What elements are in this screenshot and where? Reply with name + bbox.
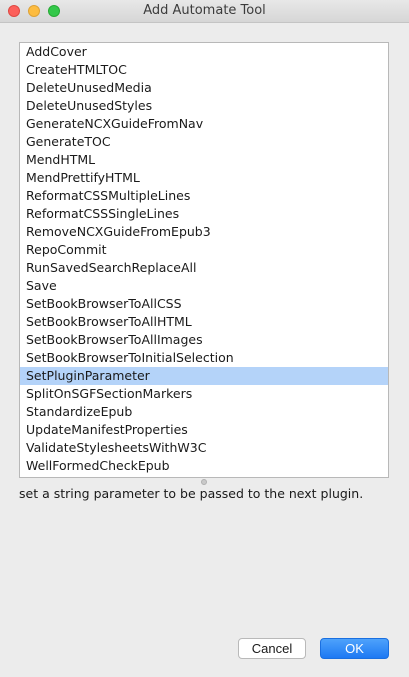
list-item[interactable]: ReformatCSSSingleLines — [20, 205, 388, 223]
list-item[interactable]: UpdateManifestProperties — [20, 421, 388, 439]
automate-tool-list[interactable]: AddCover CreateHTMLTOC DeleteUnusedMedia De… — [19, 42, 389, 478]
list-item[interactable]: DeleteUnusedMedia — [20, 79, 388, 97]
cancel-button[interactable]: Cancel — [238, 638, 306, 659]
tool-list-items: AddCover CreateHTMLTOC DeleteUnusedMedia De… — [20, 43, 388, 475]
list-item[interactable]: RemoveNCXGuideFromEpub3 — [20, 223, 388, 241]
list-item[interactable]: SetBookBrowserToAllImages — [20, 331, 388, 349]
ok-button[interactable]: OK — [320, 638, 389, 659]
list-item[interactable]: ReformatCSSMultipleLines — [20, 187, 388, 205]
list-item[interactable]: GenerateNCXGuideFromNav — [20, 115, 388, 133]
list-item[interactable]: SetBookBrowserToInitialSelection — [20, 349, 388, 367]
list-item[interactable]: SplitOnSGFSectionMarkers — [20, 385, 388, 403]
list-item-selected[interactable]: SetPluginParameter — [20, 367, 388, 385]
list-item[interactable]: StandardizeEpub — [20, 403, 388, 421]
list-item[interactable]: AddCover — [20, 43, 388, 61]
add-automate-tool-dialog: Add Automate Tool AddCover CreateHTMLTOC D… — [0, 0, 409, 677]
list-item[interactable]: RunSavedSearchReplaceAll — [20, 259, 388, 277]
list-item[interactable]: SetBookBrowserToAllCSS — [20, 295, 388, 313]
list-item[interactable]: ValidateStylesheetsWithW3C — [20, 439, 388, 457]
list-item[interactable]: WellFormedCheckEpub — [20, 457, 388, 475]
window-title: Add Automate Tool — [143, 3, 266, 18]
list-item[interactable]: GenerateTOC — [20, 133, 388, 151]
list-item[interactable]: SetBookBrowserToAllHTML — [20, 313, 388, 331]
list-item[interactable]: DeleteUnusedStyles — [20, 97, 388, 115]
tool-description: set a string parameter to be passed to t… — [19, 486, 364, 501]
list-item[interactable]: MendPrettifyHTML — [20, 169, 388, 187]
title-bar: Add Automate Tool — [0, 0, 409, 23]
list-item[interactable]: RepoCommit — [20, 241, 388, 259]
list-item[interactable]: Save — [20, 277, 388, 295]
splitter-handle[interactable] — [201, 479, 207, 485]
list-item[interactable]: MendHTML — [20, 151, 388, 169]
list-item[interactable]: CreateHTMLTOC — [20, 61, 388, 79]
